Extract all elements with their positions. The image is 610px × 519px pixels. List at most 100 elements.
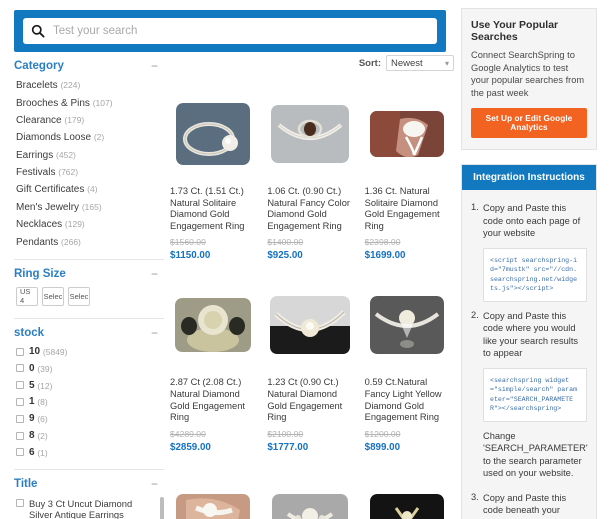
ring-solitaire-dark-bg-icon — [370, 296, 445, 355]
list-item[interactable]: Brooches & Pins (107) — [14, 94, 164, 111]
facet-stock-header[interactable]: stock − — [14, 325, 164, 344]
product-title: 0.59 Ct.Natural Fancy Light Yellow Diamo… — [364, 377, 442, 423]
product-title: 2.87 Ct (2.08 Ct.) Natural Diamond Gold … — [170, 377, 245, 423]
product-card[interactable]: 1.73 Ct. (1.51 Ct.) Natural Solitaire Di… — [164, 92, 261, 283]
chevron-down-icon: ▾ — [444, 58, 449, 68]
facet-option-label: Diamonds Loose — [16, 132, 92, 144]
list-item[interactable]: Gift Certificates (4) — [14, 181, 164, 198]
facet-option-count: (1) — [37, 447, 48, 458]
setup-google-analytics-button[interactable]: Set Up or Edit Google Analytics — [471, 108, 587, 138]
facet-option-label: Gift Certificates — [16, 184, 85, 196]
facet-option-count: (224) — [60, 80, 81, 91]
product-image[interactable] — [365, 475, 450, 519]
step-number: 1. — [471, 202, 479, 212]
list-item[interactable]: Bracelets (224) — [14, 77, 164, 94]
product-price: $1150.00 — [170, 250, 211, 262]
ring-size-options: US 4 Selec Selec — [14, 285, 164, 310]
product-image[interactable] — [170, 92, 255, 176]
facet-option-count: (107) — [92, 97, 113, 108]
checkbox[interactable] — [16, 414, 24, 423]
facet-title-header[interactable]: Title − — [14, 476, 164, 495]
list-item[interactable]: 5 (12) — [14, 377, 164, 394]
product-card[interactable]: 1.23 Ct (0.90 Ct.) Natural Diamond Gold … — [261, 283, 358, 474]
list-item[interactable]: Buy 3 Ct Uncut Diamond Silver Antique Ea… — [14, 495, 157, 519]
list-item[interactable]: Men's Jewelry (165) — [14, 199, 164, 216]
sort-bar: Sort: Newest ▾ — [164, 52, 456, 74]
ring-partial-hand-icon — [175, 493, 250, 519]
product-image[interactable] — [267, 283, 352, 367]
list-item[interactable]: 9 (6) — [14, 411, 164, 428]
product-card[interactable]: 2.87 Ct (2.08 Ct.) Natural Diamond Gold … — [164, 283, 261, 474]
product-card[interactable]: 1.06 Ct. (0.90 Ct.) Natural Fancy Color … — [261, 92, 358, 283]
ring-size-button[interactable]: Selec — [68, 286, 90, 306]
product-image[interactable] — [170, 475, 255, 519]
product-card[interactable] — [359, 475, 456, 519]
collapse-icon[interactable]: − — [151, 478, 160, 490]
list-item[interactable]: 0 (39) — [14, 361, 164, 378]
facet-option-count: (266) — [61, 236, 81, 247]
product-card[interactable]: 1.36 Ct. Natural Solitaire Diamond Gold … — [359, 92, 456, 283]
facet-category: Category − Bracelets (224) Brooches & Pi… — [14, 52, 164, 260]
facet-option-label: 1 — [29, 396, 35, 408]
collapse-icon[interactable]: − — [151, 268, 160, 280]
product-title: 1.06 Ct. (0.90 Ct.) Natural Fancy Color … — [267, 186, 350, 231]
product-price: $1699.00 — [364, 250, 406, 262]
product-image[interactable] — [267, 475, 352, 519]
search-bar — [14, 10, 446, 52]
code-snippet[interactable]: <script searchspring-id="7mustk" src="//… — [483, 247, 587, 302]
list-item[interactable]: Festivals (762) — [14, 164, 164, 181]
list-item[interactable]: 1 (8) — [14, 394, 164, 411]
facet-option-label: 6 — [29, 446, 35, 458]
product-card[interactable] — [261, 475, 358, 519]
facet-title: Title — [14, 478, 38, 491]
code-snippet[interactable]: <searchspring widget="simple/search" par… — [483, 367, 587, 422]
list-item[interactable]: Necklaces (129) — [14, 216, 164, 233]
ring-halo-closeup-icon — [174, 298, 251, 353]
checkbox[interactable] — [16, 381, 24, 390]
checkbox[interactable] — [16, 448, 24, 457]
list-item[interactable]: 6 (1) — [14, 444, 164, 461]
product-price: $2859.00 — [170, 441, 211, 453]
sort-select[interactable]: Newest ▾ — [386, 55, 454, 71]
facet-ring-size-header[interactable]: Ring Size − — [14, 266, 164, 285]
facet-option-count: (452) — [56, 149, 76, 160]
product-card[interactable]: 0.59 Ct.Natural Fancy Light Yellow Diamo… — [359, 283, 456, 474]
list-item[interactable]: Clearance (179) — [14, 112, 164, 129]
product-image[interactable] — [267, 92, 352, 176]
list-item[interactable]: Earrings (452) — [14, 147, 164, 164]
search-input[interactable] — [47, 20, 431, 42]
ring-size-button[interactable]: US 4 — [16, 286, 38, 306]
facet-title-scroll-area[interactable]: Buy 3 Ct Uncut Diamond Silver Antique Ea… — [14, 495, 164, 519]
facet-ring-size: Ring Size − US 4 Selec Selec — [14, 260, 164, 319]
collapse-icon[interactable]: − — [151, 60, 160, 72]
facet-category-header[interactable]: Category − — [14, 58, 164, 77]
product-title: 1.36 Ct. Natural Solitaire Diamond Gold … — [364, 186, 440, 231]
product-image[interactable] — [365, 92, 450, 176]
facet-option-label: Men's Jewelry — [16, 201, 80, 213]
instruction-step: 2. Copy and Paste this code where you wo… — [471, 310, 587, 360]
product-card[interactable] — [164, 475, 261, 519]
list-item[interactable]: Diamonds Loose (2) — [14, 129, 164, 146]
facet-option-label: 5 — [29, 379, 35, 391]
product-image[interactable] — [170, 283, 255, 367]
list-item[interactable]: 8 (2) — [14, 428, 164, 445]
sort-select-value: Newest — [391, 57, 423, 69]
collapse-icon[interactable]: − — [151, 327, 160, 339]
checkbox[interactable] — [16, 364, 24, 373]
step-number: 3. — [471, 491, 479, 502]
facet-option-label: Brooches & Pins — [16, 97, 90, 109]
step-text: Copy and Paste this code beneath your se… — [483, 492, 567, 519]
ring-size-button[interactable]: Selec — [42, 286, 64, 306]
product-image[interactable] — [365, 283, 450, 367]
checkbox[interactable] — [16, 397, 24, 406]
search-input-wrapper[interactable] — [23, 18, 437, 44]
checkbox[interactable] — [16, 347, 24, 356]
checkbox[interactable] — [16, 499, 24, 508]
facet-option-count: (165) — [81, 201, 102, 212]
list-item[interactable]: Pendants (266) — [14, 233, 164, 250]
facet-option-count: (39) — [37, 363, 53, 374]
facet-option-count: (5849) — [42, 347, 68, 358]
checkbox[interactable] — [16, 431, 24, 440]
facet-option-count: (2) — [37, 431, 48, 442]
list-item[interactable]: 10 (5849) — [14, 344, 164, 361]
